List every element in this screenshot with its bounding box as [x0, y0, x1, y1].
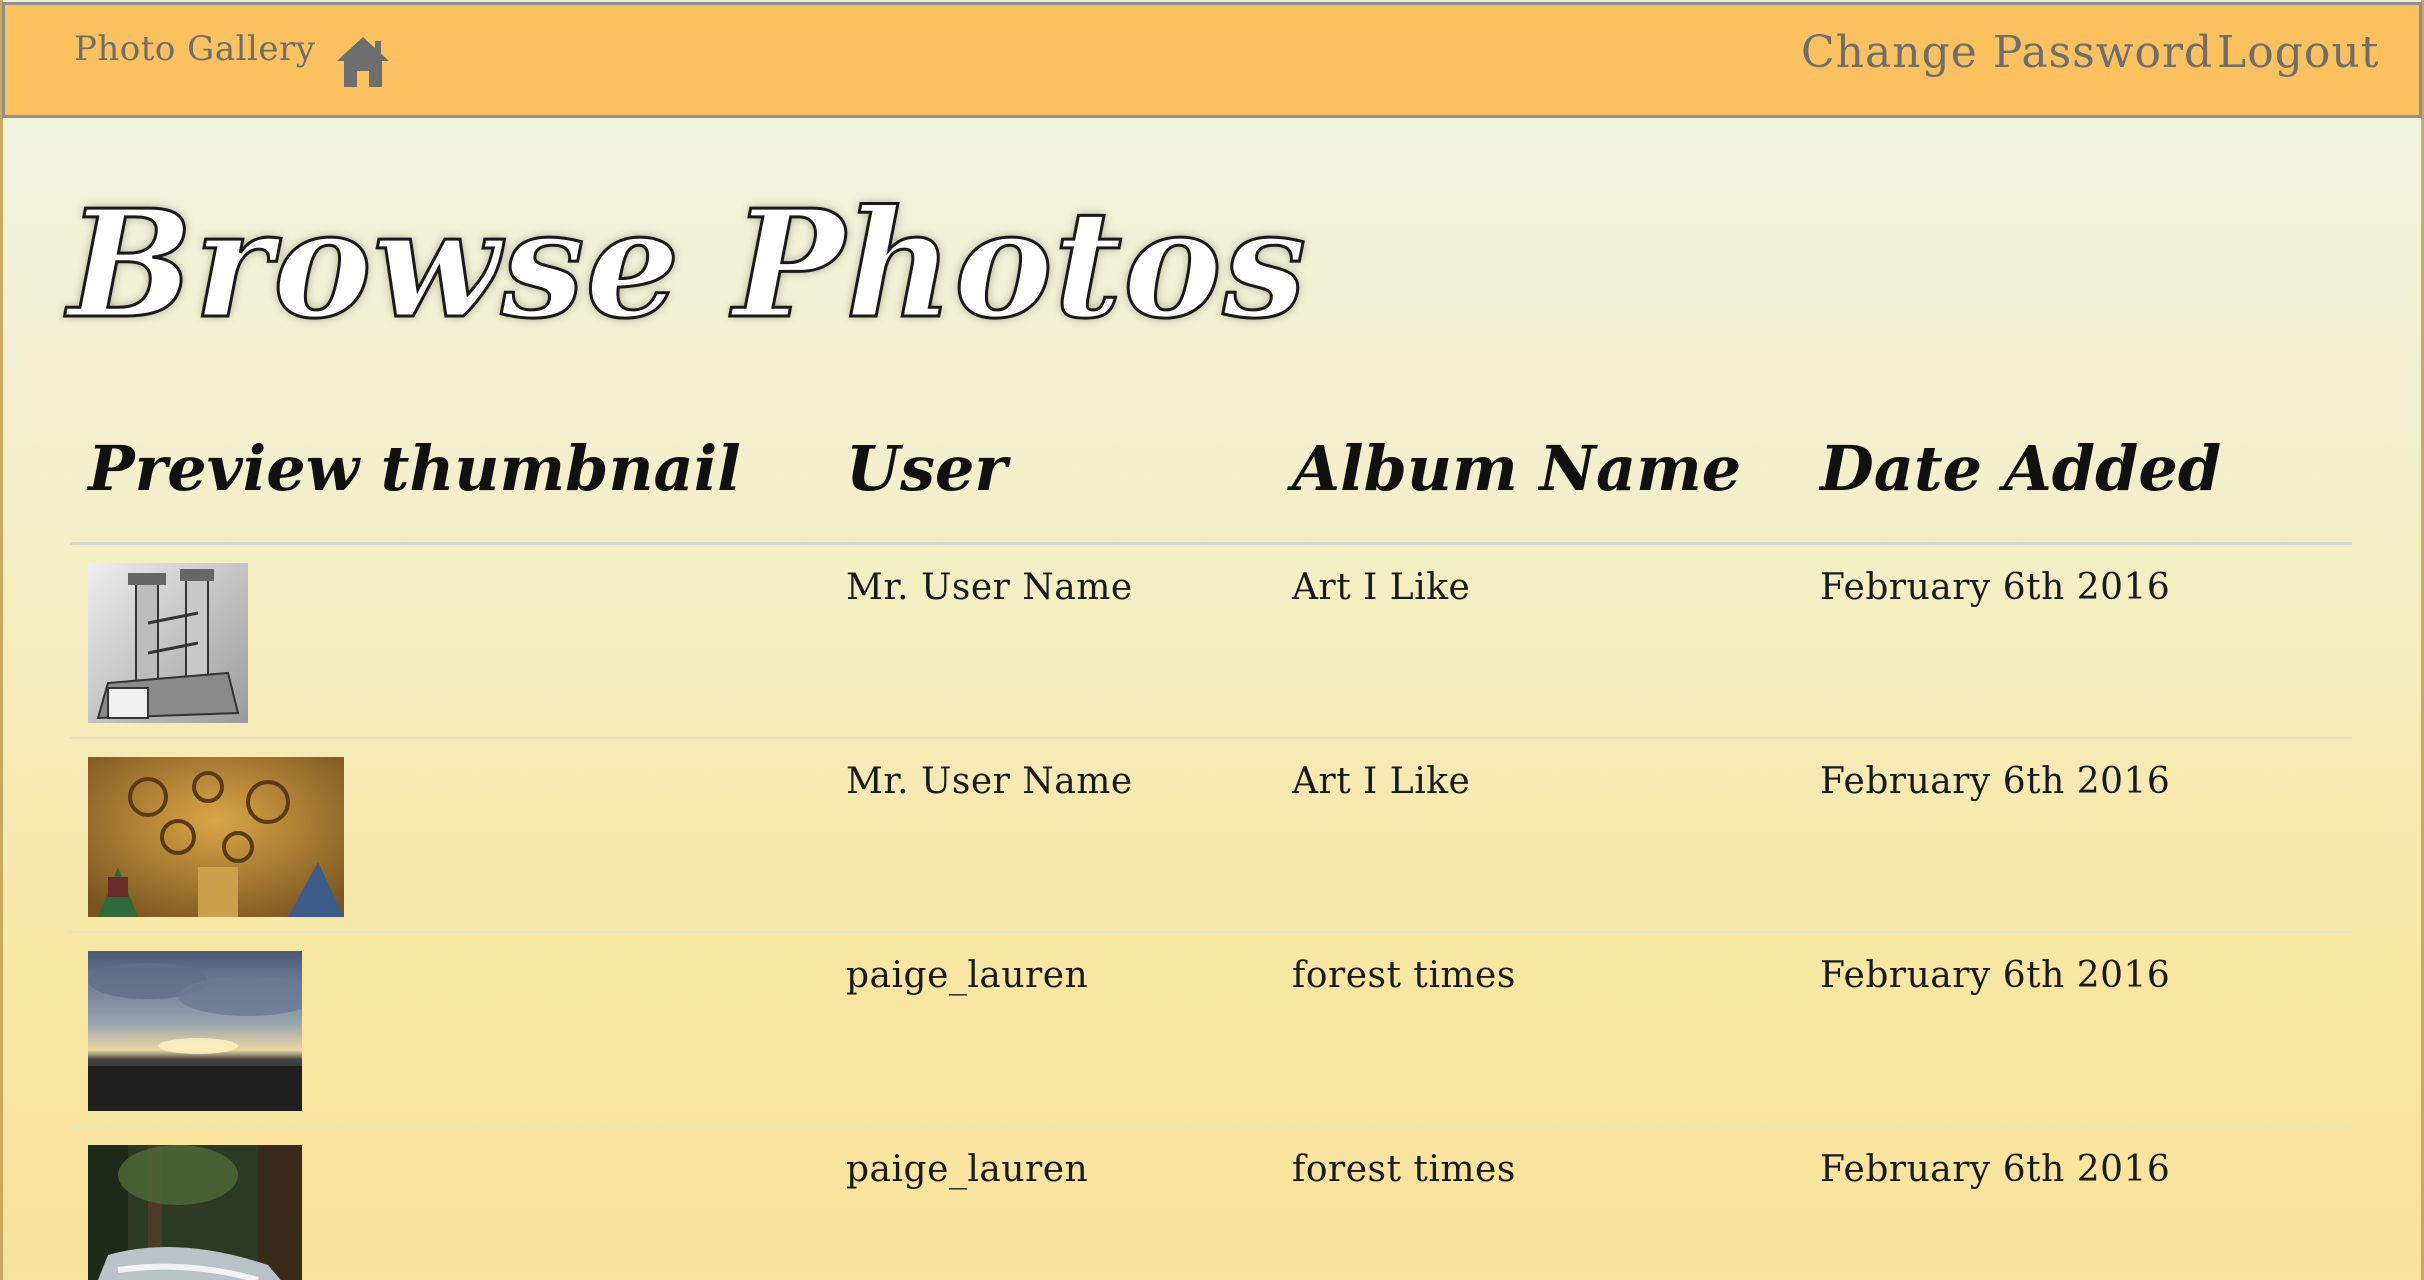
- header-album-name: Album Name: [1292, 432, 1742, 505]
- thumbnail-grayscale-tower-artwork[interactable]: [88, 563, 248, 723]
- page-title: Browse Photos: [66, 177, 1308, 351]
- header-user: User: [846, 432, 1008, 505]
- brand-link[interactable]: Photo Gallery: [74, 29, 315, 69]
- cell-user: Mr. User Name: [846, 761, 1133, 802]
- cell-album: forest times: [1292, 955, 1516, 996]
- cell-date: February 6th 2016: [1820, 567, 2171, 608]
- top-navbar: Photo Gallery Change Password Logout: [2, 2, 2422, 118]
- cell-user: paige_lauren: [846, 955, 1089, 996]
- cell-album: forest times: [1292, 1149, 1516, 1190]
- cell-album: Art I Like: [1292, 567, 1471, 608]
- thumbnail-golden-swirl-painting[interactable]: [88, 757, 344, 917]
- home-icon[interactable]: [335, 35, 391, 89]
- cell-date: February 6th 2016: [1820, 955, 2171, 996]
- change-password-link[interactable]: Change Password: [1801, 27, 2213, 78]
- header-date-added: Date Added: [1820, 432, 2222, 505]
- table-row[interactable]: paige_lauren forest times February 6th 2…: [70, 1127, 2352, 1280]
- header-preview-thumbnail: Preview thumbnail: [88, 432, 741, 505]
- cell-date: February 6th 2016: [1820, 761, 2171, 802]
- logout-link[interactable]: Logout: [2217, 27, 2379, 78]
- table-header: Preview thumbnail User Album Name Date A…: [70, 420, 2352, 545]
- cell-date: February 6th 2016: [1820, 1149, 2171, 1190]
- table-row[interactable]: Mr. User Name Art I Like February 6th 20…: [70, 545, 2352, 739]
- photos-table: Preview thumbnail User Album Name Date A…: [70, 420, 2352, 1280]
- table-row[interactable]: paige_lauren forest times February 6th 2…: [70, 933, 2352, 1127]
- cell-user: Mr. User Name: [846, 567, 1133, 608]
- thumbnail-forest-stream-photo[interactable]: [88, 1145, 302, 1280]
- table-row[interactable]: Mr. User Name Art I Like February 6th 20…: [70, 739, 2352, 933]
- cell-album: Art I Like: [1292, 761, 1471, 802]
- cell-user: paige_lauren: [846, 1149, 1089, 1190]
- thumbnail-sunset-seascape-photo[interactable]: [88, 951, 302, 1111]
